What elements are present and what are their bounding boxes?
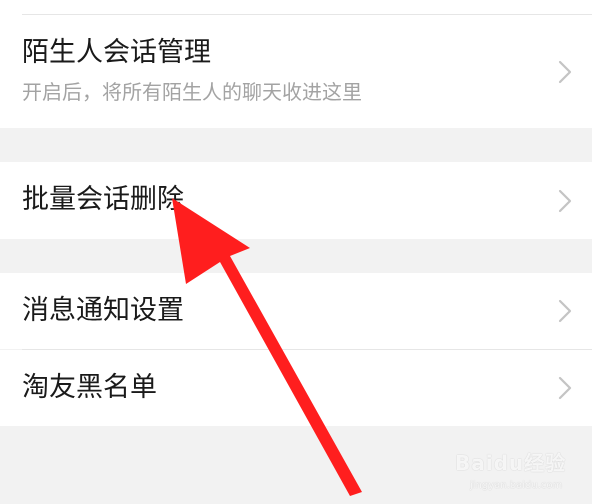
stranger-chat-management-row[interactable]: 陌生人会话管理 开启后，将所有陌生人的聊天收进这里 bbox=[0, 15, 592, 128]
blacklist-title: 淘友黑名单 bbox=[22, 372, 157, 403]
notification-settings-row[interactable]: 消息通知设置 bbox=[0, 273, 592, 349]
chevron-right-icon bbox=[558, 189, 572, 213]
stranger-chat-subtitle: 开启后，将所有陌生人的聊天收进这里 bbox=[22, 80, 362, 104]
chevron-right-icon bbox=[558, 60, 572, 84]
batch-delete-row[interactable]: 批量会话删除 bbox=[0, 162, 592, 239]
blacklist-row[interactable]: 淘友黑名单 bbox=[0, 350, 592, 426]
baidu-watermark-url: jingyan.baidu.com bbox=[470, 480, 563, 491]
notification-settings-title: 消息通知设置 bbox=[22, 295, 184, 326]
chevron-right-icon bbox=[558, 299, 572, 323]
chevron-right-icon bbox=[558, 376, 572, 400]
batch-delete-title: 批量会话删除 bbox=[22, 184, 184, 215]
stranger-chat-title: 陌生人会话管理 bbox=[22, 37, 211, 68]
